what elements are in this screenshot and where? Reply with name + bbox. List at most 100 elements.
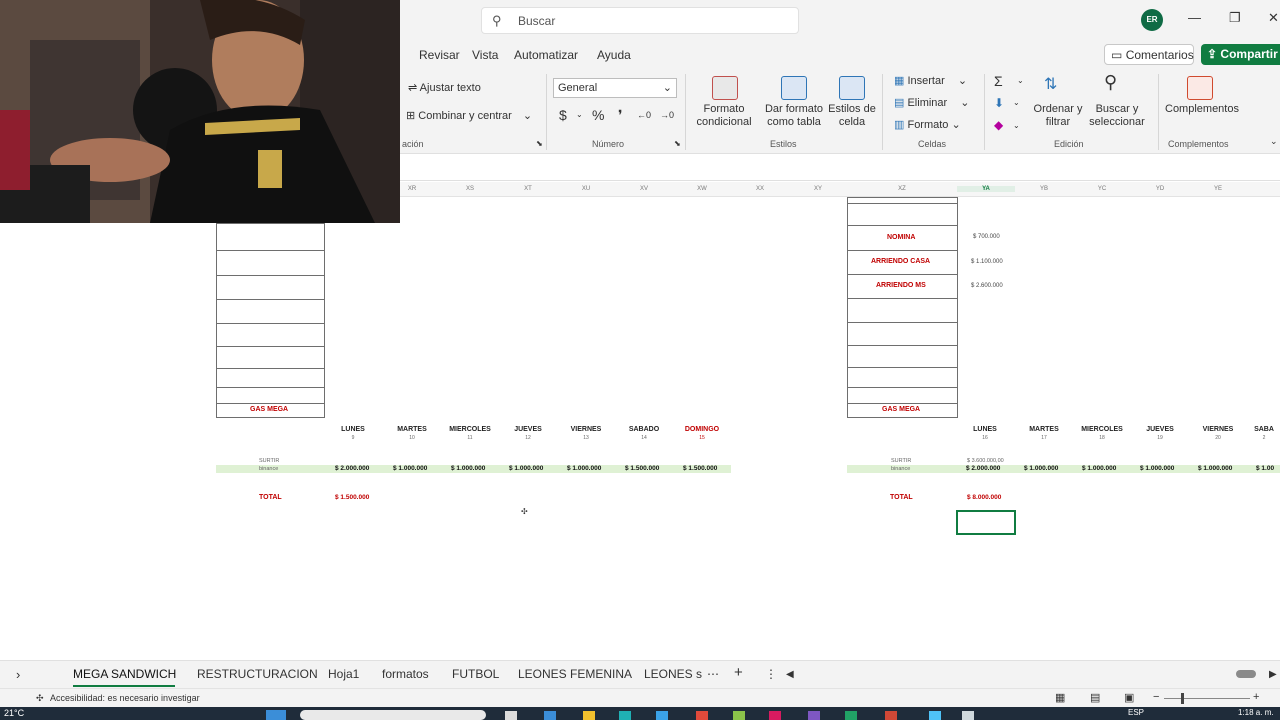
binance-row-left[interactable]: binance $ 2.000.000 $ 1.000.000 $ 1.000.…	[216, 465, 731, 473]
day-header[interactable]: LUNES	[957, 426, 1013, 433]
app-icon[interactable]	[962, 711, 974, 720]
day-header[interactable]: SABADO	[616, 426, 672, 433]
surtir-label-right[interactable]: SURTIR	[891, 458, 911, 464]
dialog-launcher-icon[interactable]: ⬊	[536, 139, 543, 148]
chevron-right-icon[interactable]: ›	[16, 667, 20, 682]
menu-automatizar[interactable]: Automatizar	[514, 48, 578, 62]
app-icon[interactable]	[583, 711, 595, 720]
total-label-left[interactable]: TOTAL	[259, 494, 282, 501]
app-icon[interactable]	[505, 711, 517, 720]
delete-button[interactable]: ▤ Eliminar ⌄	[894, 96, 969, 109]
selected-cell[interactable]	[956, 510, 1016, 535]
comments-button[interactable]: ▭ Comentarios	[1104, 44, 1194, 65]
expense-label[interactable]: ARRIENDO MS	[876, 282, 926, 289]
total-value-left[interactable]: $ 1.500.000	[335, 494, 369, 501]
column-header[interactable]: XV	[615, 186, 673, 192]
close-icon[interactable]: ✕	[1268, 10, 1279, 26]
day-header[interactable]: MARTES	[384, 426, 440, 433]
clock[interactable]: 1:18 a. m.	[1238, 708, 1274, 717]
fill-icon[interactable]: ⬇	[994, 96, 1004, 110]
zoom-slider[interactable]	[1164, 698, 1250, 699]
column-header[interactable]: YB	[1015, 186, 1073, 192]
menu-vista[interactable]: Vista	[472, 48, 498, 62]
zoom-in-icon[interactable]: +	[1253, 691, 1259, 703]
day-header[interactable]: MARTES	[1016, 426, 1072, 433]
normal-view-icon[interactable]: ▦	[1055, 691, 1065, 704]
wrap-text-button[interactable]: ⇌ Ajustar texto	[408, 81, 481, 94]
chevron-down-icon[interactable]: ⌄	[576, 110, 583, 119]
app-icon[interactable]	[929, 711, 941, 720]
column-header[interactable]: XT	[499, 186, 557, 192]
conditional-format-button[interactable]: Formato condicional	[694, 103, 754, 129]
page-break-icon[interactable]: ▣	[1124, 691, 1134, 704]
expense-value[interactable]: $ 2.600.000	[971, 283, 1003, 289]
share-button[interactable]: ⇪ Compartir	[1201, 44, 1280, 65]
binance-row-right[interactable]: binance $ 2.000.000 $ 1.000.000 $ 1.000.…	[847, 465, 1280, 473]
add-sheet-icon[interactable]: +	[734, 664, 743, 681]
column-header[interactable]: XU	[557, 186, 615, 192]
sheet-tab[interactable]: FUTBOL	[452, 667, 499, 681]
app-icon[interactable]	[885, 711, 897, 720]
excel-icon[interactable]	[845, 711, 857, 720]
decrease-decimal-icon[interactable]: →0	[660, 110, 674, 120]
weather-temp[interactable]: 21°C	[4, 708, 24, 718]
column-header[interactable]: XW	[673, 186, 731, 192]
page-layout-icon[interactable]: ▤	[1090, 691, 1100, 704]
percent-icon[interactable]: %	[592, 107, 604, 123]
day-header[interactable]: SABA	[1248, 426, 1280, 433]
day-header-sunday[interactable]: DOMINGO	[674, 426, 730, 433]
accessibility-status[interactable]: Accesibilidad: es necesario investigar	[50, 693, 200, 703]
app-icon[interactable]	[808, 711, 820, 720]
sort-filter-button[interactable]: Ordenar y filtrar	[1030, 103, 1086, 129]
gas-label-left[interactable]: GAS MEGA	[250, 406, 288, 413]
day-header[interactable]: MIERCOLES	[442, 426, 498, 433]
taskbar-search[interactable]	[300, 710, 486, 720]
column-header[interactable]: XY	[789, 186, 847, 192]
app-icon[interactable]	[733, 711, 745, 720]
day-header[interactable]: VIERNES	[1190, 426, 1246, 433]
app-icon[interactable]	[656, 711, 668, 720]
menu-ayuda[interactable]: Ayuda	[597, 48, 631, 62]
total-value-right[interactable]: $ 8.000.000	[967, 494, 1001, 501]
scroll-right-icon[interactable]: ▶	[1269, 669, 1277, 680]
autosum-icon[interactable]: Σ	[994, 73, 1003, 89]
sheet-tab[interactable]: RESTRUCTURACION	[197, 667, 318, 681]
app-icon[interactable]	[769, 711, 781, 720]
expense-value[interactable]: $ 700.000	[973, 234, 1000, 240]
zoom-out-icon[interactable]: −	[1153, 691, 1159, 703]
horizontal-scrollbar[interactable]	[1236, 670, 1256, 678]
column-header[interactable]: XX	[731, 186, 789, 192]
gas-label-right[interactable]: GAS MEGA	[882, 406, 920, 413]
day-header[interactable]: LUNES	[325, 426, 381, 433]
chevron-down-icon[interactable]: ⌄	[1013, 121, 1020, 130]
chevron-down-icon[interactable]: ⌄	[1270, 136, 1278, 147]
expense-value[interactable]: $ 1.100.000	[971, 259, 1003, 265]
zoom-slider-thumb[interactable]	[1181, 693, 1184, 704]
sheet-tab[interactable]: formatos	[382, 667, 429, 681]
column-header-selected[interactable]: YA	[957, 186, 1015, 192]
format-button[interactable]: ▥ Formato ⌄	[894, 118, 961, 131]
app-icon[interactable]	[544, 711, 556, 720]
chevron-down-icon[interactable]: ⌄	[1017, 76, 1024, 85]
sheet-tab-active[interactable]: MEGA SANDWICH	[73, 667, 176, 681]
merge-center-button[interactable]: ⊞ Combinar y centrar ⌄	[406, 109, 532, 122]
total-label-right[interactable]: TOTAL	[890, 494, 913, 501]
cell-styles-button[interactable]: Estilos de celda	[828, 103, 876, 129]
clear-icon[interactable]: ◆	[994, 118, 1003, 132]
comma-icon[interactable]: ❜	[618, 107, 623, 124]
insert-button[interactable]: ▦ Insertar ⌄	[894, 74, 967, 87]
day-header[interactable]: MIERCOLES	[1074, 426, 1130, 433]
accessibility-icon[interactable]: ✣	[36, 693, 44, 704]
day-header[interactable]: JUEVES	[1132, 426, 1188, 433]
menu-revisar[interactable]: Revisar	[419, 48, 460, 62]
surtir-label-left[interactable]: SURTIR	[259, 458, 279, 464]
column-header[interactable]: XZ	[873, 186, 931, 192]
currency-icon[interactable]: $	[559, 107, 567, 123]
chevron-down-icon[interactable]: ⌄	[1013, 98, 1020, 107]
find-select-button[interactable]: Buscar y seleccionar	[1082, 103, 1152, 129]
expense-label[interactable]: NOMINA	[887, 234, 915, 241]
sheet-tab[interactable]: LEONES s	[644, 667, 702, 681]
restore-icon[interactable]: ❐	[1229, 10, 1241, 26]
column-header[interactable]: YD	[1131, 186, 1189, 192]
app-icon[interactable]	[619, 711, 631, 720]
